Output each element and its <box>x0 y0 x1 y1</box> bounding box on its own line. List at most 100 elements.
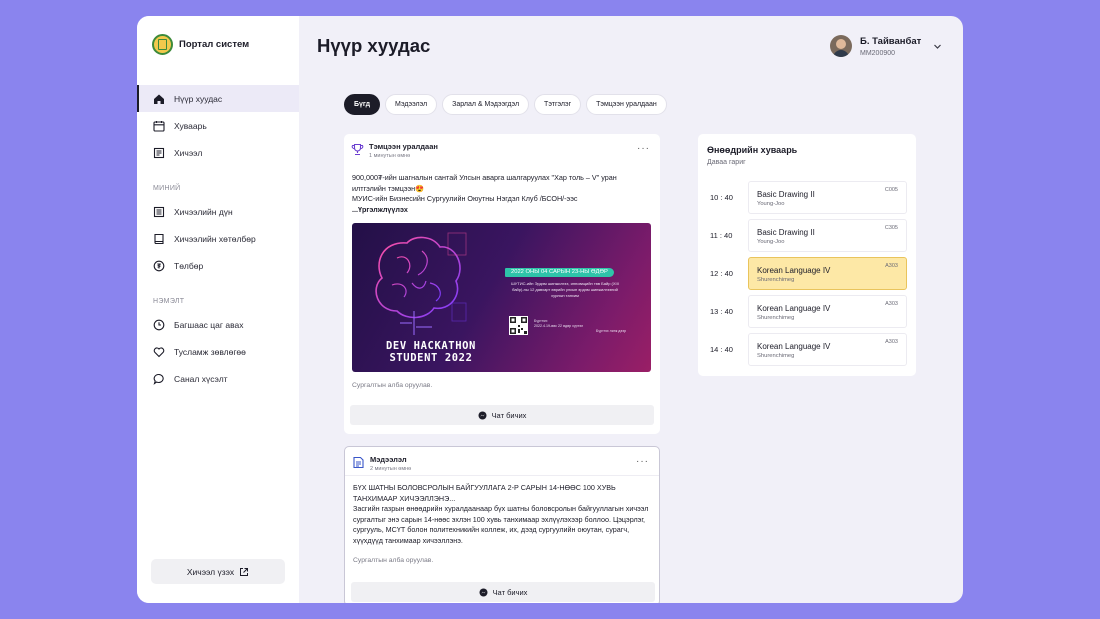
sidebar-item-label: Санал хүсэлт <box>174 373 228 384</box>
sidebar-item-courses[interactable]: Хичээл <box>137 139 299 166</box>
schedule-card[interactable]: Basic Drawing II Young-Joo C305 <box>748 219 907 252</box>
post-category: Тэмцээн уралдаан <box>369 142 438 151</box>
schedule-row: 12 : 40 Korean Language IV Shurenchimeg … <box>698 257 916 291</box>
banner-registration: Бүртгэл: 2022.4.19-өөс 22 өдөр хүртэл <box>534 319 584 328</box>
more-options-icon[interactable]: ··· <box>636 456 649 467</box>
brand-name: Портал систем <box>179 39 250 50</box>
grades-icon <box>153 206 165 218</box>
sidebar-item-curriculum[interactable]: Хичээлийн хөтөлбөр <box>137 225 299 252</box>
chevron-down-icon[interactable] <box>933 42 942 51</box>
sidebar-item-label: Хуваарь <box>174 120 207 131</box>
banner-description: ШУТИС-ийн Эрдэм шинжилгээ, инновацийн тө… <box>511 281 619 298</box>
post-text-line: МУИС-ийн Бизнесийн Сургуулийн Оюутны Нэг… <box>352 194 578 203</box>
teacher-name: Shurenchimeg <box>757 315 795 321</box>
room-number: C005 <box>884 187 898 193</box>
schedule-time: 10 : 40 <box>710 193 733 202</box>
room-number: A303 <box>885 263 898 269</box>
sidebar-item-label: Тусламж зөвлөгөө <box>174 346 246 357</box>
watch-course-button[interactable]: Хичээл үзэх <box>151 559 285 584</box>
teacher-name: Young-Joo <box>757 201 785 207</box>
banner-title: DEV HACKATHON STUDENT 2022 <box>386 340 476 364</box>
sidebar-item-label: Багшаас цаг авах <box>174 319 244 330</box>
help-icon <box>153 346 165 358</box>
chat-label: Чат бичих <box>492 587 528 597</box>
sidebar-item-label: Төлбөр <box>174 260 204 271</box>
feedback-icon <box>153 373 165 385</box>
filter-chips: Бүгд Мэдээлэл Зарлал & Мэдээгдэл Тэтгэлэ… <box>344 94 667 115</box>
course-name: Korean Language IV <box>757 304 831 313</box>
schedule-row: 14 : 40 Korean Language IV Shurenchimeg … <box>698 333 916 367</box>
app-window: Портал систем Нүүр хуудас Хуваарь Хичээл <box>137 16 963 603</box>
schedule-row: 10 : 40 Basic Drawing II Young-Joo C005 <box>698 181 916 215</box>
schedule-day: Даваа гариг <box>707 159 746 166</box>
teacher-name: Shurenchimeg <box>757 277 795 283</box>
room-number: A303 <box>885 339 898 345</box>
post-category: Мэдээлэл <box>370 455 407 464</box>
filter-scholarship[interactable]: Тэтгэлэг <box>534 94 582 115</box>
messenger-icon <box>479 588 488 596</box>
filter-info[interactable]: Мэдээлэл <box>385 94 438 115</box>
chat-button[interactable]: Чат бичих <box>351 582 655 602</box>
post-body: 900,000₮-ийн шагналын сантай Улсын аварг… <box>352 173 652 215</box>
sidebar-item-payment[interactable]: Төлбөр <box>137 252 299 279</box>
trophy-icon <box>351 143 364 156</box>
post-text-line: 900,000₮-ийн шагналын сантай Улсын аварг… <box>352 173 617 193</box>
more-options-icon[interactable]: ··· <box>637 143 650 154</box>
teacher-name: Shurenchimeg <box>757 353 795 359</box>
filter-all[interactable]: Бүгд <box>344 94 381 115</box>
sidebar-item-help[interactable]: Тусламж зөвлөгөө <box>137 338 299 365</box>
external-link-icon <box>240 567 249 576</box>
sidebar-item-appointment[interactable]: Багшаас цаг авах <box>137 311 299 338</box>
sidebar-nav: Нүүр хуудас Хуваарь Хичээл МИНИЙ Хичээли <box>137 85 299 392</box>
schedule-row: 13 : 40 Korean Language IV Shurenchimeg … <box>698 295 916 329</box>
calendar-icon <box>153 120 165 132</box>
read-more-link[interactable]: ...Үргэлжлүүлэх <box>352 205 652 216</box>
section-label-extra: НЭМЭЛТ <box>153 298 185 305</box>
qr-code <box>509 316 528 335</box>
schedule-card[interactable]: Korean Language IV Shurenchimeg A303 <box>748 333 907 366</box>
user-menu[interactable]: Б. Тайванбат MM200900 <box>830 35 921 57</box>
sidebar-item-label: Нүүр хуудас <box>174 93 223 104</box>
sidebar-item-grades[interactable]: Хичээлийн дүн <box>137 198 299 225</box>
course-name: Basic Drawing II <box>757 228 815 237</box>
user-name: Б. Тайванбат <box>860 35 922 47</box>
chat-button[interactable]: Чат бичих <box>350 405 654 425</box>
sidebar-item-label: Хичээлийн дүн <box>174 206 233 217</box>
sidebar-item-schedule[interactable]: Хуваарь <box>137 112 299 139</box>
schedule-card-current[interactable]: Korean Language IV Shurenchimeg A303 <box>748 257 907 290</box>
chat-label: Чат бичих <box>491 410 527 420</box>
banner-link-note: Бүртгэх линк дээр <box>596 329 627 333</box>
room-number: C305 <box>884 225 898 231</box>
teacher-name: Young-Joo <box>757 239 785 245</box>
filter-announcements[interactable]: Зарлал & Мэдээгдэл <box>442 94 530 115</box>
room-number: A303 <box>885 301 898 307</box>
post-time: 2 минутын өмнө <box>370 466 412 472</box>
course-name: Korean Language IV <box>757 266 831 275</box>
schedule-card[interactable]: Basic Drawing II Young-Joo C005 <box>748 181 907 214</box>
main-content: Нүүр хуудас Б. Тайванбат MM200900 Бүгд М… <box>299 16 963 603</box>
filter-competition[interactable]: Тэмцээн уралдаан <box>586 94 667 115</box>
messenger-icon <box>478 411 487 419</box>
sidebar: Портал систем Нүүр хуудас Хуваарь Хичээл <box>137 16 299 603</box>
schedule-card[interactable]: Korean Language IV Shurenchimeg A303 <box>748 295 907 328</box>
sidebar-item-label: Хичээл <box>174 147 203 158</box>
avatar <box>830 35 852 57</box>
brand[interactable]: Портал систем <box>152 34 249 55</box>
sidebar-item-label: Хичээлийн хөтөлбөр <box>174 233 256 244</box>
feed-post: Мэдээлэл 2 минутын өмнө ··· БҮХ ШАТНЫ БО… <box>344 446 660 603</box>
section-label-mine: МИНИЙ <box>153 185 181 192</box>
today-schedule: Өнөөдрийн хуваарь Даваа гариг 10 : 40 Ba… <box>698 134 916 376</box>
banner-date: 2022 ОНЫ 04 САРЫН 23-НЫ ӨДӨР <box>505 268 614 277</box>
schedule-time: 12 : 40 <box>710 269 733 278</box>
course-name: Korean Language IV <box>757 342 831 351</box>
sidebar-item-home[interactable]: Нүүр хуудас <box>137 85 299 112</box>
course-name: Basic Drawing II <box>757 190 815 199</box>
schedule-row: 11 : 40 Basic Drawing II Young-Joo C305 <box>698 219 916 253</box>
schedule-time: 14 : 40 <box>710 345 733 354</box>
home-icon <box>153 93 165 105</box>
page-title: Нүүр хуудас <box>317 35 431 56</box>
post-time: 1 минутын өмнө <box>369 153 411 159</box>
post-footer-note: Сургалтын алба оруулав. <box>352 382 433 389</box>
sidebar-item-feedback[interactable]: Санал хүсэлт <box>137 365 299 392</box>
post-image[interactable]: DEV HACKATHON STUDENT 2022 2022 ОНЫ 04 С… <box>352 223 651 372</box>
